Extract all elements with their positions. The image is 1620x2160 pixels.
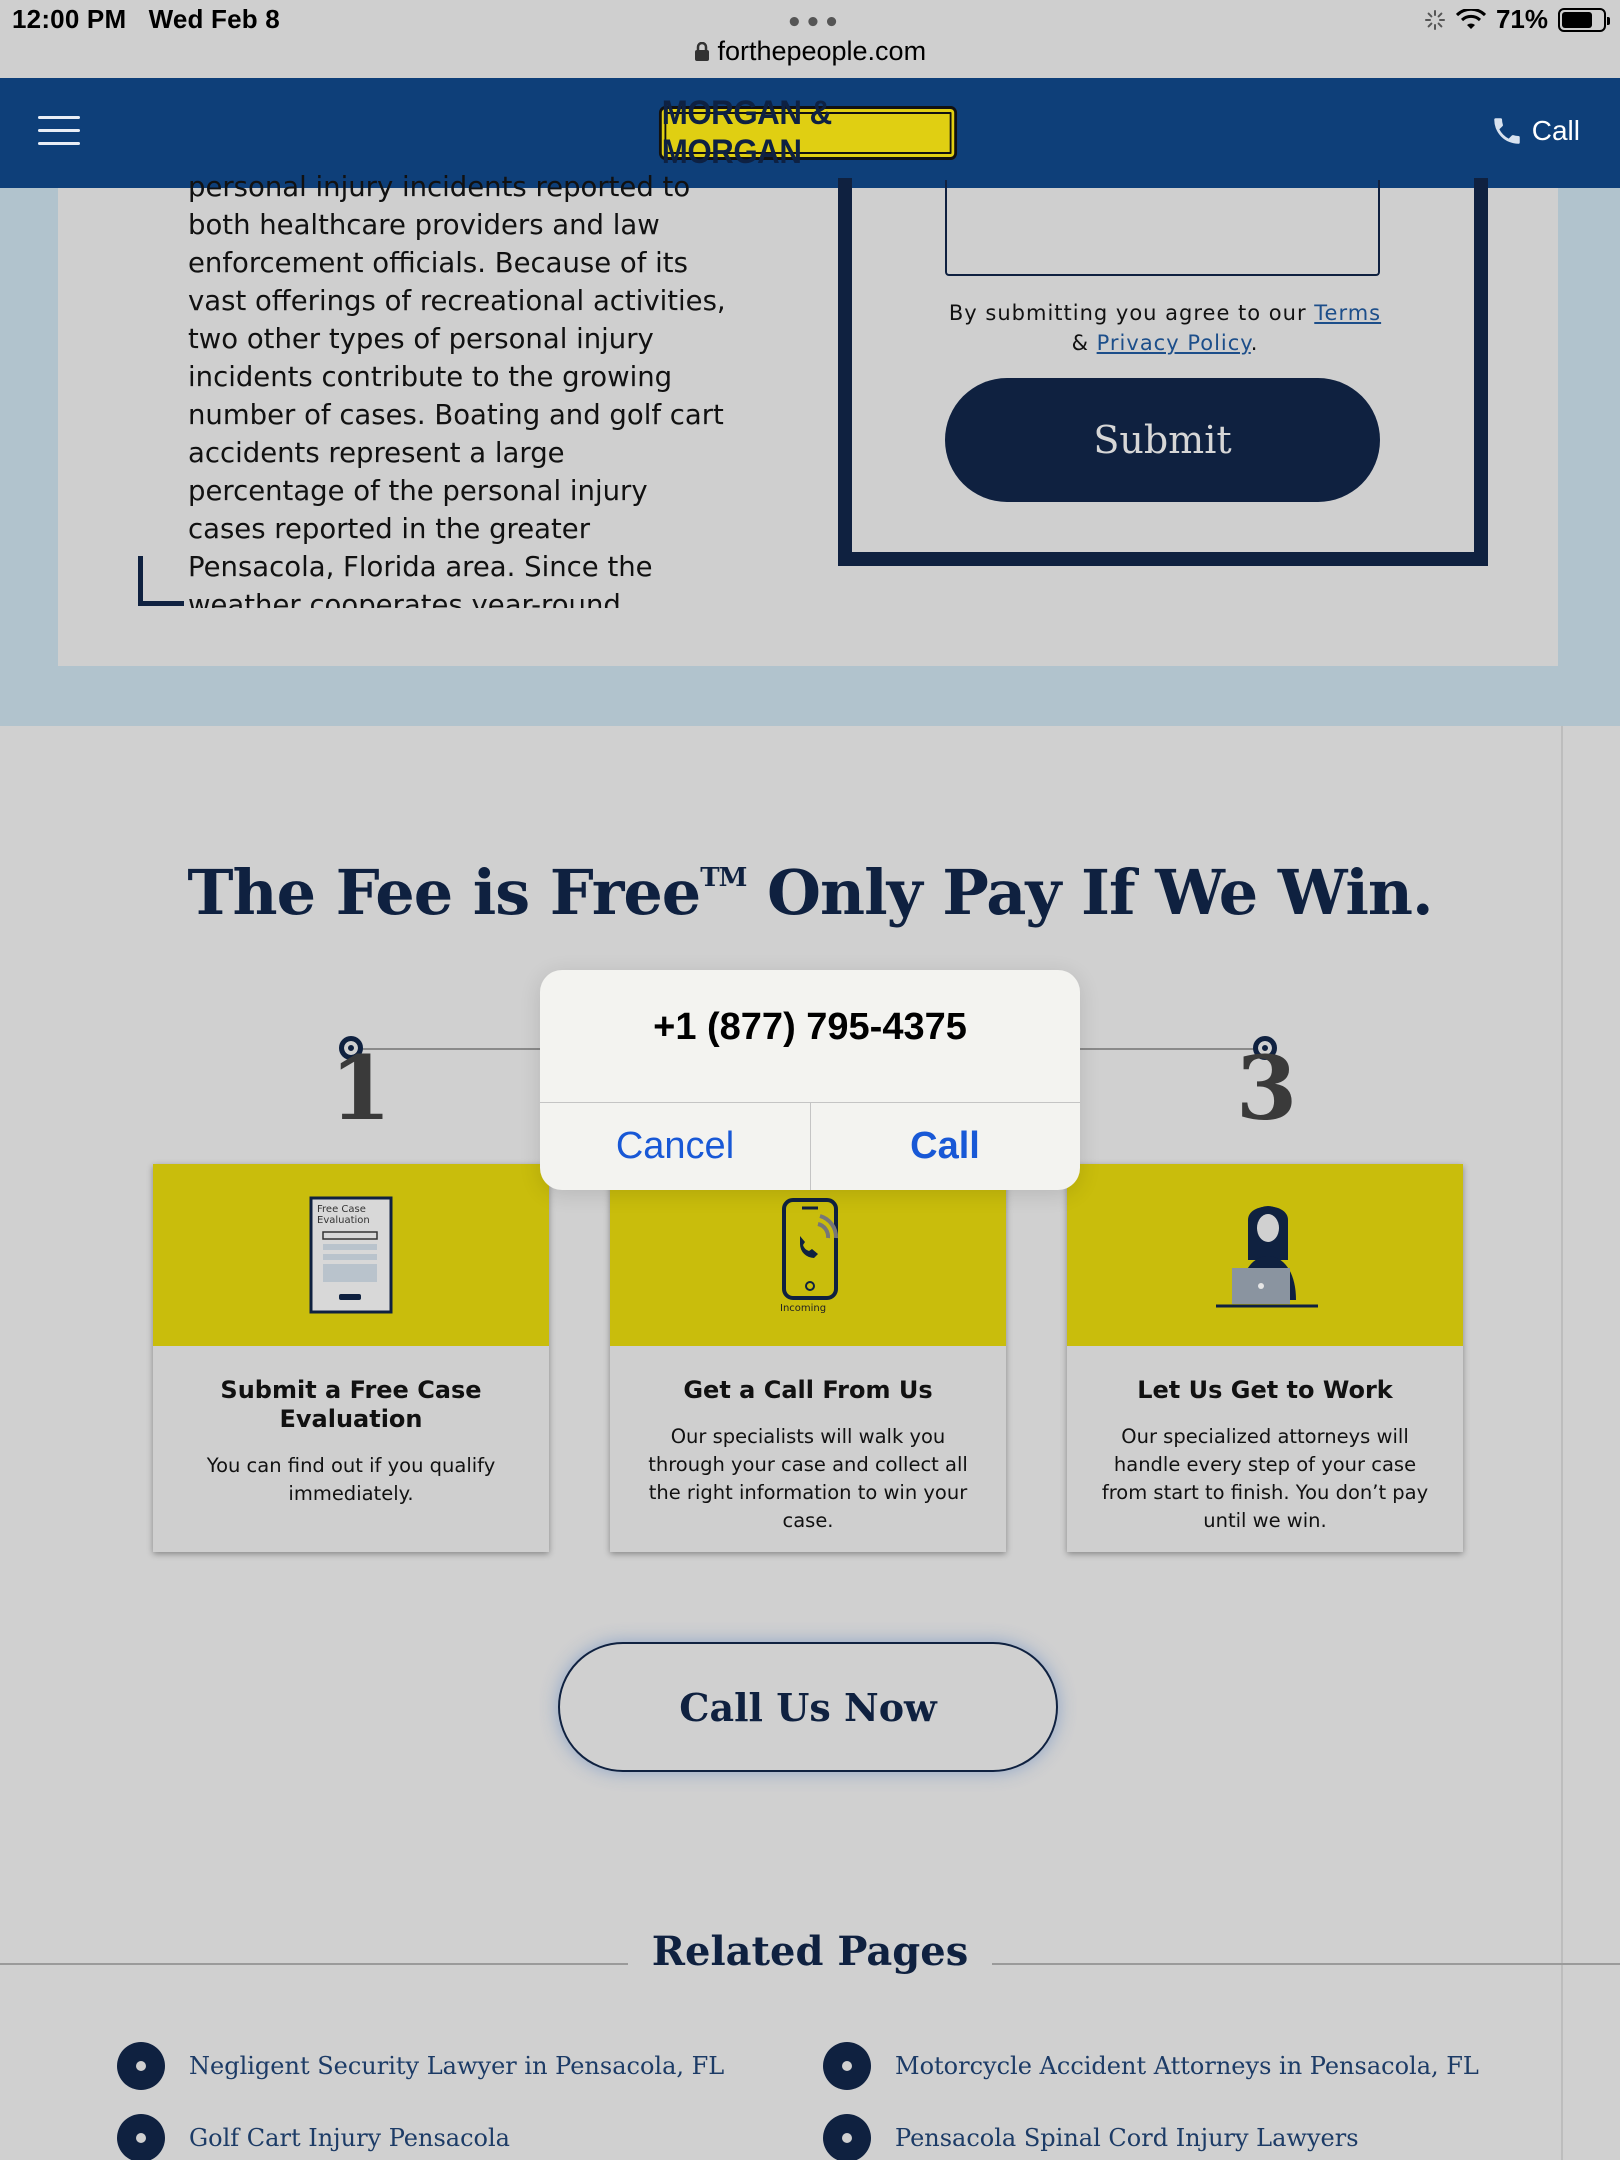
lock-icon — [694, 41, 709, 61]
svg-text:Free Case: Free Case — [317, 1204, 366, 1215]
header-call-button[interactable]: Call — [1490, 114, 1580, 148]
related-link[interactable]: Golf Cart Injury Pensacola — [117, 2114, 510, 2160]
card-description: Our specialists will walk you through yo… — [648, 1425, 968, 1532]
card-description: You can find out if you qualify immediat… — [206, 1454, 496, 1505]
bullet-icon — [117, 2114, 165, 2160]
privacy-policy-link[interactable]: Privacy Policy — [1097, 331, 1251, 355]
step-card: Free Case Evaluation Submit a Free Case … — [153, 1164, 549, 1552]
page-divider-line — [1561, 726, 1563, 2160]
call-confirmation-dialog: +1 (877) 795-4375 Cancel Call — [540, 970, 1080, 1190]
bullet-icon — [117, 2042, 165, 2090]
card-title: Get a Call From Us — [683, 1376, 933, 1404]
call-us-now-button[interactable]: Call Us Now — [558, 1642, 1058, 1772]
step-card: Incoming Get a Call From Us Our speciali… — [610, 1164, 1006, 1552]
submit-button[interactable]: Submit — [945, 378, 1380, 502]
address-bar[interactable]: forthepeople.com — [0, 36, 1620, 67]
quote-bracket-decoration — [138, 556, 184, 606]
bullet-icon — [823, 2042, 871, 2090]
svg-text:Incoming: Incoming — [780, 1303, 826, 1314]
bullet-icon — [823, 2114, 871, 2160]
related-link[interactable]: Negligent Security Lawyer in Pensacola, … — [117, 2042, 724, 2090]
card-title: Submit a Free Case Evaluation — [220, 1376, 482, 1433]
article-body-text: personal injury incidents reported to bo… — [188, 171, 726, 608]
terms-link[interactable]: Terms — [1314, 301, 1381, 325]
trademark-mark: TM — [700, 863, 747, 893]
phone-icon — [1494, 118, 1520, 144]
step-1-number: 1 — [330, 1036, 392, 1140]
battery-percent: 71% — [1495, 4, 1548, 34]
message-textarea[interactable] — [945, 180, 1380, 276]
fee-heading: The Fee is FreeTM Only Pay If We Win. — [187, 856, 1433, 929]
dialog-phone-number: +1 (877) 795-4375 — [653, 1006, 967, 1048]
wifi-icon — [1455, 8, 1486, 29]
related-link[interactable]: Pensacola Spinal Cord Injury Lawyers — [823, 2114, 1359, 2160]
header-call-label: Call — [1531, 115, 1580, 146]
status-time: 12:00 PM Wed Feb 8 — [12, 4, 280, 34]
phone-incoming-icon: Incoming — [780, 1198, 838, 1314]
status-date: Wed Feb 8 — [148, 4, 280, 34]
battery-icon — [1558, 7, 1610, 32]
step-3-number: 3 — [1236, 1036, 1298, 1140]
card-description: Our specialized attorneys will handle ev… — [1101, 1425, 1429, 1532]
terms-notice: By submitting you agree to our Terms & P… — [948, 301, 1382, 355]
status-bar: 12:00 PM Wed Feb 8 ••• 71% forthepeople.… — [0, 0, 1620, 78]
multitasking-dots-icon[interactable]: ••• — [786, 8, 842, 38]
form-icon: Free Case Evaluation — [309, 1196, 393, 1314]
activity-spinner-icon — [1424, 9, 1445, 30]
dialog-call-button[interactable]: Call — [810, 1102, 1080, 1190]
url-text: forthepeople.com — [717, 36, 927, 66]
step-card: Let Us Get to Work Our specialized attor… — [1067, 1164, 1463, 1552]
dialog-cancel-button[interactable]: Cancel — [540, 1102, 810, 1190]
attorney-laptop-icon — [1216, 1206, 1318, 1308]
related-pages-heading: Related Pages — [628, 1928, 992, 1975]
related-link[interactable]: Motorcycle Accident Attorneys in Pensaco… — [823, 2042, 1479, 2090]
card-title: Let Us Get to Work — [1137, 1376, 1393, 1404]
hamburger-menu-icon[interactable] — [38, 116, 80, 150]
svg-text:Evaluation: Evaluation — [317, 1215, 370, 1226]
morgan-logo[interactable]: MORGAN & MORGAN — [658, 94, 958, 171]
